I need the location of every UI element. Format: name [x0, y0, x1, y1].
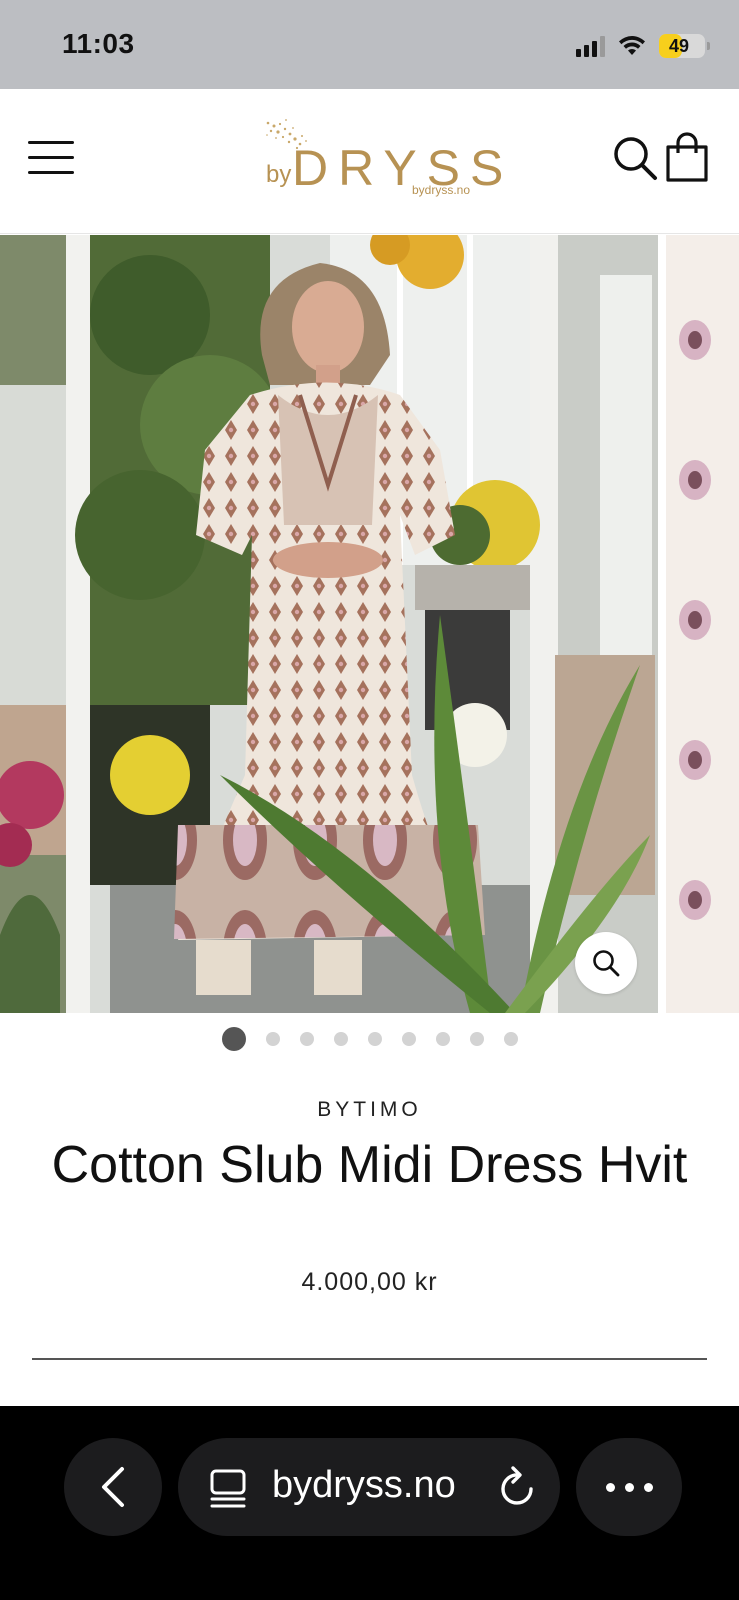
- back-button[interactable]: [64, 1438, 162, 1536]
- battery-level: 49: [668, 36, 690, 56]
- logo-domain: bydryss.no: [412, 183, 471, 197]
- signal-icon: [576, 35, 605, 57]
- menu-button[interactable]: [28, 141, 74, 177]
- product-brand[interactable]: BYTIMO: [0, 1098, 739, 1122]
- zoom-icon: [593, 950, 620, 977]
- search-icon: [614, 137, 657, 180]
- status-bar: 11:03 49: [0, 0, 739, 89]
- pagination-dot[interactable]: [367, 1032, 382, 1046]
- logo-name: DRYSS: [292, 140, 514, 196]
- product-photo[interactable]: [0, 235, 739, 1013]
- pagination-dot[interactable]: [333, 1032, 348, 1046]
- pagination-dot[interactable]: [469, 1032, 484, 1046]
- pagination-dot[interactable]: [299, 1032, 314, 1046]
- shopping-bag-icon: [666, 132, 708, 182]
- battery-icon: 49: [659, 34, 710, 58]
- status-icons: 49: [576, 32, 710, 60]
- section-divider: [32, 1358, 707, 1360]
- zoom-button[interactable]: [575, 932, 637, 994]
- product-price: 4.000,00 kr: [301, 1268, 438, 1296]
- pagination-dot[interactable]: [221, 1027, 246, 1051]
- product-title: Cotton Slub Midi Dress Hvit: [51, 1136, 688, 1194]
- product-image-gallery[interactable]: [0, 235, 739, 1013]
- site-logo[interactable]: by DRYSS bydryss.no: [262, 117, 503, 205]
- pagination-dot[interactable]: [503, 1032, 518, 1046]
- pagination-dot[interactable]: [401, 1032, 416, 1046]
- search-button[interactable]: [612, 135, 658, 181]
- more-button[interactable]: [576, 1438, 682, 1536]
- url-text: bydryss.no: [272, 1464, 456, 1506]
- back-chevron-icon: [102, 1467, 124, 1507]
- pagination-dot[interactable]: [435, 1032, 450, 1046]
- wifi-icon: [619, 36, 645, 55]
- pagination-dot[interactable]: [265, 1032, 280, 1046]
- logo-prefix: by: [266, 161, 292, 188]
- browser-toolbar: bydryss.no: [0, 1406, 739, 1600]
- more-icon: [605, 1482, 615, 1492]
- reload-icon[interactable]: [498, 1465, 538, 1509]
- status-time: 11:03: [62, 28, 135, 59]
- gallery-pagination: [0, 1027, 739, 1051]
- address-bar[interactable]: bydryss.no: [178, 1438, 560, 1536]
- site-header: by DRYSS bydryss.no: [0, 89, 739, 234]
- cart-button[interactable]: [664, 131, 710, 183]
- tabs-icon: [210, 1469, 246, 1508]
